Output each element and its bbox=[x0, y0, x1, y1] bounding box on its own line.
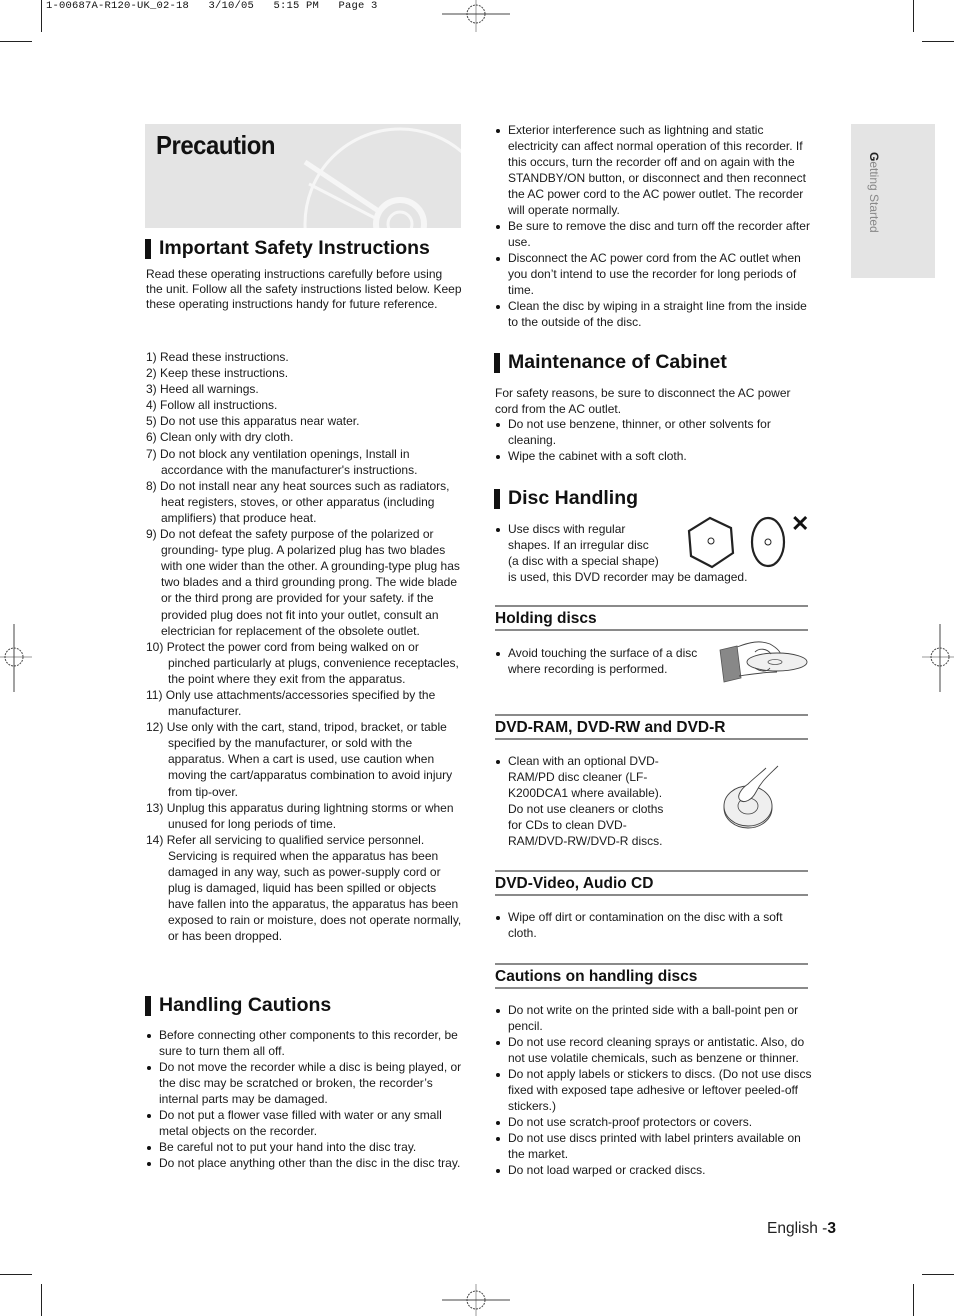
handling-cautions-continued-list: Exterior interference such as lightning … bbox=[495, 122, 813, 330]
registration-mark-top bbox=[442, 0, 510, 32]
list-item: Do not load warped or cracked discs. bbox=[495, 1162, 813, 1178]
list-item: 2) Keep these instructions. bbox=[146, 366, 289, 381]
crop-mark bbox=[0, 1274, 32, 1275]
list-item: Do not use scratch-proof protectors or c… bbox=[495, 1114, 813, 1130]
page-title: Precaution bbox=[156, 130, 276, 160]
list-item: 11) Only use attachments/accessories spe… bbox=[146, 687, 436, 719]
cross-icon: ✕ bbox=[791, 511, 810, 536]
heading-cautions-handling-discs: Cautions on handling discs bbox=[495, 963, 808, 989]
hero-banner: Precaution bbox=[145, 124, 461, 228]
list-item: Exterior interference such as lightning … bbox=[495, 122, 813, 218]
list-item: 7) Do not block any ventilation openings… bbox=[146, 446, 418, 477]
heading-holding-discs: Holding discs bbox=[495, 605, 808, 631]
list-item: Do not use record cleaning sprays or ant… bbox=[495, 1034, 813, 1066]
list-item: Do not put a flower vase filled with wat… bbox=[146, 1107, 462, 1139]
side-tab-label: Getting Started bbox=[867, 152, 881, 233]
page-number: English -3 bbox=[767, 1220, 836, 1237]
registration-mark-right bbox=[922, 624, 954, 692]
heading-handling-cautions: Handling Cautions bbox=[145, 994, 331, 1017]
crop-mark bbox=[41, 0, 42, 32]
list-item: 14) Refer all servicing to qualified ser… bbox=[146, 832, 462, 944]
registration-mark-left bbox=[0, 624, 32, 692]
list-item: Do not use benzene, thinner, or other so… bbox=[495, 416, 813, 448]
list-item: 8) Do not install near any heat sources … bbox=[146, 478, 450, 525]
cautions-discs-list: Do not write on the printed side with a … bbox=[495, 1002, 813, 1178]
list-item: Do not use discs printed with label prin… bbox=[495, 1130, 813, 1162]
crop-mark bbox=[913, 1284, 914, 1316]
list-item: 1) Read these instructions. bbox=[146, 350, 289, 364]
list-item: 10) Protect the power cord from being wa… bbox=[146, 639, 459, 686]
holding-discs-list: Avoid touching the surface of a disc whe… bbox=[495, 645, 710, 677]
disc-cleaning-icon bbox=[723, 765, 779, 829]
hand-holding-disc-icon bbox=[719, 641, 808, 683]
list-item: Do not apply labels or stickers to discs… bbox=[495, 1066, 813, 1114]
dvd-video-list: Wipe off dirt or contamination on the di… bbox=[495, 909, 813, 941]
list-item: 4) Follow all instructions. bbox=[146, 398, 278, 413]
list-item: Wipe off dirt or contamination on the di… bbox=[495, 909, 813, 941]
handling-cautions-list: Before connecting other components to th… bbox=[146, 1027, 462, 1171]
list-item: 9) Do not defeat the safety purpose of t… bbox=[146, 527, 460, 638]
registration-mark-bottom bbox=[442, 1284, 510, 1316]
list-item: Do not place anything other than the dis… bbox=[146, 1155, 462, 1171]
list-item: 6) Clean only with dry cloth. bbox=[146, 430, 294, 445]
list-item: Disconnect the AC power cord from the AC… bbox=[495, 250, 813, 298]
heading-dvd-video: DVD-Video, Audio CD bbox=[495, 870, 808, 896]
crop-mark bbox=[922, 41, 954, 42]
heading-dvd-ram: DVD-RAM, DVD-RW and DVD-R bbox=[495, 714, 808, 740]
heading-maintenance-cabinet: Maintenance of Cabinet bbox=[494, 351, 727, 374]
cabinet-list: Do not use benzene, thinner, or other so… bbox=[495, 416, 813, 464]
cabinet-intro: For safety reasons, be sure to disconnec… bbox=[495, 386, 791, 416]
important-intro: Read these operating instructions carefu… bbox=[146, 267, 462, 311]
dvd-ram-list: Clean with an optional DVD-RAM/PD disc c… bbox=[495, 753, 675, 849]
list-item: Before connecting other components to th… bbox=[146, 1027, 462, 1059]
print-slug: 1-00687A-R120-UK_02-18 3/10/05 5:15 PM P… bbox=[46, 0, 378, 12]
list-item: Avoid touching the surface of a disc whe… bbox=[495, 645, 710, 677]
crop-mark bbox=[41, 1284, 42, 1316]
list-item: Be careful not to put your hand into the… bbox=[146, 1139, 462, 1155]
list-item: Do not move the recorder while a disc is… bbox=[146, 1059, 462, 1107]
list-item: Wipe the cabinet with a soft cloth. bbox=[495, 448, 813, 464]
heading-disc-handling: Disc Handling bbox=[494, 487, 638, 510]
list-item: Clean with an optional DVD-RAM/PD disc c… bbox=[495, 753, 675, 849]
crop-mark bbox=[913, 0, 914, 32]
crop-mark bbox=[922, 1274, 954, 1275]
list-item: 3) Heed all warnings. bbox=[146, 382, 259, 397]
section-side-tab: Getting Started bbox=[851, 124, 935, 278]
heading-important-safety: Important Safety Instructions bbox=[145, 237, 430, 260]
crop-mark bbox=[0, 41, 32, 42]
list-item: Be sure to remove the disc and turn off … bbox=[495, 218, 813, 250]
list-item: 12) Use only with the cart, stand, tripo… bbox=[146, 720, 453, 799]
list-item: Do not write on the printed side with a … bbox=[495, 1002, 813, 1034]
list-item: 5) Do not use this apparatus near water. bbox=[146, 414, 360, 429]
list-item: 13) Unplug this apparatus during lightni… bbox=[146, 800, 454, 831]
list-item: Clean the disc by wiping in a straight l… bbox=[495, 298, 813, 330]
safety-instructions-list: 1) Read these instructions. 2) Keep thes… bbox=[146, 349, 462, 944]
